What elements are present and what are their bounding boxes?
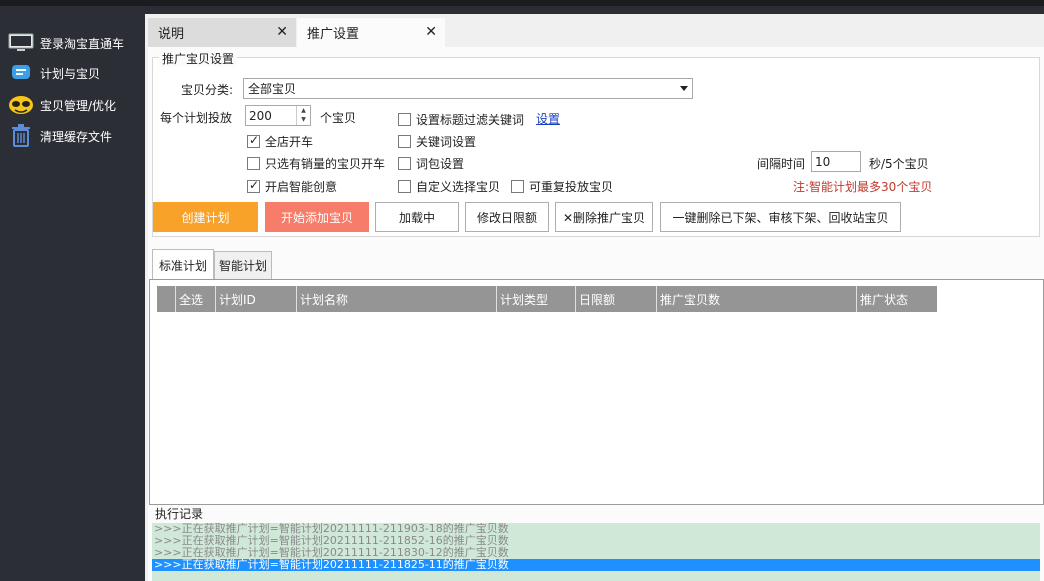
main-panel: 说明 ✕ 推广设置 ✕ 推广宝贝设置 宝贝分类: 全部宝贝 每个计划投放 200… bbox=[145, 14, 1044, 581]
per-plan-value: 200 bbox=[249, 108, 272, 123]
chevron-down-icon bbox=[680, 86, 688, 91]
grid-header: 全选 计划ID 计划名称 计划类型 日限额 推广宝贝数 推广状态 bbox=[157, 286, 937, 312]
category-value: 全部宝贝 bbox=[248, 82, 297, 96]
checkbox-unchecked[interactable] bbox=[247, 157, 260, 170]
checkbox-unchecked[interactable] bbox=[511, 180, 524, 193]
column-header-item-count[interactable]: 推广宝贝数 bbox=[657, 286, 857, 312]
repeat-items-checkbox[interactable]: 可重复投放宝贝 bbox=[511, 178, 613, 195]
checkbox-label: 全店开车 bbox=[265, 135, 314, 149]
tab-smart-plan[interactable]: 智能计划 bbox=[214, 251, 272, 279]
interval-unit: 秒/5个宝贝 bbox=[869, 157, 929, 171]
checkbox-checked[interactable] bbox=[247, 133, 260, 148]
column-header-plan-id[interactable]: 计划ID bbox=[216, 286, 297, 312]
sidebar-item-label: 登录淘宝直通车 bbox=[40, 36, 125, 51]
checkbox-checked[interactable] bbox=[247, 178, 260, 193]
sidebar-item-plans[interactable]: 计划与宝贝 bbox=[8, 60, 100, 86]
only-sales-checkbox[interactable]: 只选有销量的宝贝开车 bbox=[247, 155, 385, 172]
interval-label: 间隔时间 bbox=[757, 157, 806, 171]
column-header-status[interactable]: 推广状态 bbox=[857, 286, 937, 312]
down-arrow-icon[interactable]: ▼ bbox=[297, 115, 310, 124]
close-icon[interactable]: ✕ bbox=[276, 24, 288, 40]
log-line-selected[interactable]: >>>正在获取推广计划=智能计划20211111-211825-11的推广宝贝数 bbox=[152, 559, 1040, 571]
tab-label: 推广设置 bbox=[307, 27, 360, 42]
tab-standard-plan[interactable]: 标准计划 bbox=[152, 249, 214, 280]
sidebar: 登录淘宝直通车 计划与宝贝 宝贝管理/优化 清理缓存文件 bbox=[0, 6, 145, 581]
interval-value: 10 bbox=[815, 154, 831, 169]
checkbox-label: 自定义选择宝贝 bbox=[416, 180, 501, 194]
wordpack-settings-checkbox[interactable]: 词包设置 bbox=[398, 155, 464, 172]
one-click-delete-button[interactable]: 一键删除已下架、审核下架、回收站宝贝 bbox=[660, 202, 901, 232]
sidebar-item-items[interactable]: 宝贝管理/优化 bbox=[8, 92, 116, 118]
checkbox-label: 关键词设置 bbox=[416, 135, 477, 149]
sidebar-item-label: 宝贝管理/优化 bbox=[40, 98, 117, 113]
sidebar-item-login[interactable]: 登录淘宝直通车 bbox=[8, 30, 124, 56]
title-filter-checkbox[interactable]: 设置标题过滤关键词 bbox=[398, 111, 524, 128]
whole-store-checkbox[interactable]: 全店开车 bbox=[247, 133, 313, 150]
close-icon[interactable]: ✕ bbox=[425, 24, 437, 40]
checkbox-unchecked[interactable] bbox=[398, 135, 411, 148]
stepper-buttons[interactable]: ▲ ▼ bbox=[296, 106, 310, 125]
tab-bar: 说明 ✕ 推广设置 ✕ bbox=[145, 14, 1044, 47]
create-plan-button[interactable]: 创建计划 bbox=[153, 202, 258, 232]
tab-instructions[interactable]: 说明 ✕ bbox=[148, 18, 296, 47]
column-header-daily-limit[interactable]: 日限额 bbox=[576, 286, 657, 312]
trash-icon bbox=[8, 124, 34, 147]
delete-promoted-items-button[interactable]: ✕删除推广宝贝 bbox=[555, 202, 653, 232]
grid-row-header bbox=[157, 286, 176, 312]
chat-icon bbox=[8, 62, 34, 84]
tab-content: 推广宝贝设置 宝贝分类: 全部宝贝 每个计划投放 200 ▲▼ 个宝贝 全店开车… bbox=[148, 47, 1044, 581]
keyword-settings-checkbox[interactable]: 关键词设置 bbox=[398, 133, 476, 150]
title-filter-settings-link[interactable]: 设置 bbox=[536, 110, 560, 127]
edit-daily-limit-button[interactable]: 修改日限额 bbox=[465, 202, 549, 232]
interval-input[interactable]: 10 bbox=[811, 151, 861, 172]
checkbox-label: 设置标题过滤关键词 bbox=[416, 113, 525, 127]
column-header-select-all[interactable]: 全选 bbox=[176, 286, 216, 312]
start-add-items-button[interactable]: 开始添加宝贝 bbox=[265, 202, 369, 232]
log-title: 执行记录 bbox=[155, 507, 204, 521]
tab-label: 说明 bbox=[158, 27, 185, 42]
sidebar-item-clear-cache[interactable]: 清理缓存文件 bbox=[8, 123, 112, 149]
column-header-plan-type[interactable]: 计划类型 bbox=[497, 286, 576, 312]
tab-promotion-settings[interactable]: 推广设置 ✕ bbox=[297, 18, 445, 47]
checkbox-label: 只选有销量的宝贝开车 bbox=[265, 157, 386, 171]
smart-creative-checkbox[interactable]: 开启智能创意 bbox=[247, 178, 337, 195]
plan-grid: 全选 计划ID 计划名称 计划类型 日限额 推广宝贝数 推广状态 bbox=[149, 279, 1044, 505]
execution-log[interactable]: >>>正在获取推广计划=智能计划20211111-211903-18的推广宝贝数… bbox=[152, 523, 1040, 581]
category-select[interactable]: 全部宝贝 bbox=[243, 78, 693, 99]
window-top-bar bbox=[0, 0, 1044, 6]
sunglasses-icon bbox=[8, 94, 34, 116]
checkbox-unchecked[interactable] bbox=[398, 113, 411, 126]
sidebar-item-label: 计划与宝贝 bbox=[40, 66, 101, 81]
per-plan-label: 每个计划投放 bbox=[160, 111, 233, 125]
checkbox-label: 词包设置 bbox=[416, 157, 465, 171]
custom-select-checkbox[interactable]: 自定义选择宝贝 bbox=[398, 178, 500, 195]
category-label: 宝贝分类: bbox=[181, 83, 234, 97]
monitor-icon bbox=[8, 32, 34, 54]
checkbox-unchecked[interactable] bbox=[398, 157, 411, 170]
column-header-plan-name[interactable]: 计划名称 bbox=[297, 286, 497, 312]
loading-button[interactable]: 加载中 bbox=[375, 202, 459, 232]
group-title: 推广宝贝设置 bbox=[159, 50, 238, 67]
up-arrow-icon[interactable]: ▲ bbox=[297, 106, 310, 115]
sidebar-item-label: 清理缓存文件 bbox=[40, 129, 113, 144]
checkbox-label: 开启智能创意 bbox=[265, 180, 338, 194]
per-plan-stepper[interactable]: 200 ▲ ▼ bbox=[245, 105, 311, 126]
per-plan-unit: 个宝贝 bbox=[320, 111, 357, 125]
checkbox-unchecked[interactable] bbox=[398, 180, 411, 193]
smart-plan-note: 注:智能计划最多30个宝贝 bbox=[793, 180, 933, 194]
checkbox-label: 可重复投放宝贝 bbox=[529, 180, 614, 194]
